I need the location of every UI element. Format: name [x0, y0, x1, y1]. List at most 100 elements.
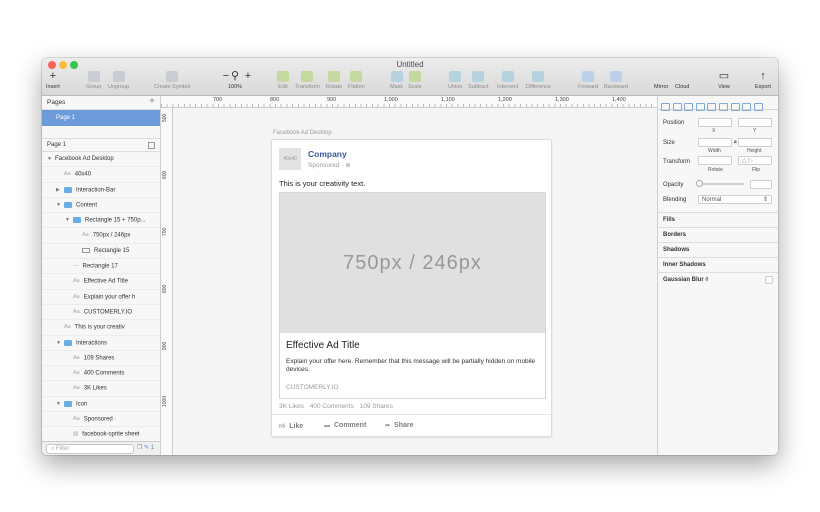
export-button[interactable]: ↑ Export — [755, 71, 771, 91]
align-left-icon[interactable] — [661, 103, 670, 111]
opacity-field[interactable] — [750, 180, 772, 189]
zoom-control[interactable]: ⚲ 100% — [228, 71, 242, 91]
distribute-horizontal-icon[interactable] — [695, 103, 705, 111]
layer-row[interactable]: Aa 40x40 — [42, 167, 160, 183]
layer-row[interactable]: Aa Sponsored · — [42, 412, 160, 428]
ad-content: 750px / 246px Effective Ad Title Explain… — [279, 192, 546, 399]
blending-select[interactable]: Normal ⇕ — [698, 195, 772, 204]
difference-button[interactable]: Difference — [526, 71, 551, 90]
disclosure-open-icon[interactable]: ▼ — [56, 401, 61, 407]
insert-button[interactable]: + Insert — [46, 71, 60, 91]
mask-button[interactable]: Mask — [390, 71, 403, 90]
like-button[interactable]: 👍︎ Like — [279, 422, 303, 430]
difference-icon — [532, 71, 545, 82]
layer-label: 109 Shares — [83, 355, 115, 362]
image-icon: ▨ — [73, 431, 79, 438]
current-page-header[interactable]: Page 1 — [42, 138, 160, 152]
layer-row[interactable]: Aa Explain your offer h — [42, 290, 160, 305]
zoom-in-button[interactable]: + — [242, 71, 254, 84]
disclosure-open-icon[interactable]: ▼ — [56, 202, 61, 208]
layer-row[interactable]: Aa 3K Likes — [42, 381, 160, 397]
filter-input[interactable]: ⌕ Filter — [46, 444, 134, 454]
transform-button[interactable]: Transform — [295, 71, 320, 90]
opacity-slider-knob[interactable] — [696, 180, 703, 187]
symbol-icon — [166, 71, 179, 82]
align-center-icon[interactable] — [672, 103, 682, 111]
layer-label: 400 Comments — [83, 370, 125, 377]
align-middle-icon[interactable] — [718, 103, 728, 111]
disclosure-open-icon[interactable]: ▼ — [56, 340, 61, 346]
layer-row[interactable]: Rectangle 15 — [42, 244, 160, 260]
layer-row[interactable]: ▼ Content — [42, 198, 160, 214]
mirror-button[interactable]: Mirror — [654, 71, 668, 90]
scale-button[interactable]: Scale — [408, 71, 422, 90]
cloud-button[interactable]: Cloud — [675, 71, 689, 90]
group-button[interactable]: Group — [86, 71, 101, 90]
resize-icon[interactable] — [753, 103, 763, 111]
layer-row[interactable]: ▼ Facebook Ad Desktop — [42, 152, 160, 168]
layer-row[interactable]: ▼ Icon — [42, 397, 160, 413]
create-symbol-button[interactable]: Create Symbol — [154, 71, 190, 90]
filter-options-icon[interactable]: ❐ ✎ 1 — [137, 444, 154, 451]
layer-row[interactable]: ▶ Interaction-Bar — [42, 183, 160, 198]
align-right-icon[interactable] — [684, 103, 694, 111]
canvas[interactable]: 700 800 900 1,000 1,100 1,200 1,300 1,400 500 60… — [161, 96, 657, 455]
layer-row[interactable]: Aa Effective Ad Title — [42, 274, 160, 290]
opacity-slider[interactable] — [696, 180, 744, 187]
layer-label: Facebook Ad Desktop — [55, 156, 114, 162]
union-button[interactable]: Union — [448, 71, 462, 90]
align-bottom-icon[interactable] — [730, 103, 740, 111]
layer-row[interactable]: Aa 109 Shares — [42, 351, 160, 367]
borders-section[interactable]: Borders — [658, 227, 778, 242]
ruler-tick-label: 1,300 — [555, 97, 569, 103]
gaussian-blur-section[interactable]: Gaussian Blur ◊ — [658, 272, 778, 287]
x-field[interactable] — [698, 118, 732, 127]
window-title: Untitled — [396, 60, 424, 69]
rotate-button[interactable]: Rotate — [326, 71, 342, 90]
intersect-button[interactable]: Intersect — [497, 71, 518, 90]
ad-image-placeholder: 750px / 246px — [280, 193, 545, 333]
view-button[interactable]: ▭ View — [718, 71, 730, 91]
distribute-vertical-icon[interactable] — [742, 103, 752, 111]
layer-list: ▼ Facebook Ad Desktop Aa 40x40 ▶ Interaction-… — [42, 152, 160, 443]
align-top-icon[interactable] — [707, 103, 717, 111]
rotate-field[interactable] — [698, 156, 732, 165]
flip-control[interactable]: △ ▷ — [738, 156, 772, 165]
export-page-icon[interactable] — [148, 142, 155, 149]
flatten-button[interactable]: Flatten — [348, 71, 365, 90]
disclosure-open-icon[interactable]: ▼ — [65, 217, 70, 223]
height-field[interactable] — [738, 138, 772, 147]
backward-button[interactable]: Backward — [604, 71, 628, 90]
y-field[interactable] — [738, 118, 772, 127]
layer-label: Content — [76, 202, 98, 209]
folder-icon — [73, 217, 81, 224]
layer-row[interactable]: — Rectangle 17 — [42, 259, 160, 275]
edit-button[interactable]: Edit — [277, 71, 289, 90]
shadows-section[interactable]: Shadows — [658, 242, 778, 257]
facebook-ad-card[interactable]: 40x40 Company Sponsored · ⊕ This is your… — [271, 139, 552, 437]
opacity-label: Opacity — [663, 182, 684, 188]
lock-icon[interactable]: 🔒︎ — [734, 139, 737, 145]
width-field[interactable] — [698, 138, 732, 147]
disclosure-open-icon[interactable]: ▼ — [47, 156, 52, 162]
layer-row[interactable]: ▼ Rectangle 15 + 750p... — [42, 213, 160, 229]
add-page-icon[interactable]: + — [149, 96, 155, 107]
layer-row[interactable]: Aa 750px / 246px — [42, 228, 160, 244]
disclosure-closed-icon[interactable]: ▶ — [56, 187, 60, 193]
forward-button[interactable]: Forward — [578, 71, 598, 90]
layer-row[interactable]: Aa 400 Comments — [42, 366, 160, 382]
rectangle-icon — [82, 247, 90, 253]
share-button[interactable]: ➦ Share — [385, 422, 414, 429]
subtract-button[interactable]: Subtract — [468, 71, 488, 90]
layer-row[interactable]: Aa This is your creativ — [42, 320, 160, 336]
fills-section[interactable]: Fills — [658, 212, 778, 227]
ungroup-button[interactable]: Ungroup — [108, 71, 129, 90]
comment-button[interactable]: ▬ Comment — [324, 422, 366, 429]
layer-row[interactable]: Aa CUSTOMERLY.IO — [42, 305, 160, 321]
gaussian-blur-toggle[interactable] — [765, 276, 773, 284]
layer-row[interactable]: ▼ Interactions — [42, 336, 160, 351]
inner-shadows-section[interactable]: Inner Shadows — [658, 257, 778, 272]
page-item[interactable]: Page 1 — [42, 110, 160, 126]
sponsored-label: Sponsored · ⊕ — [308, 162, 351, 169]
artboard-label[interactable]: Facebook Ad Desktop — [273, 130, 332, 136]
